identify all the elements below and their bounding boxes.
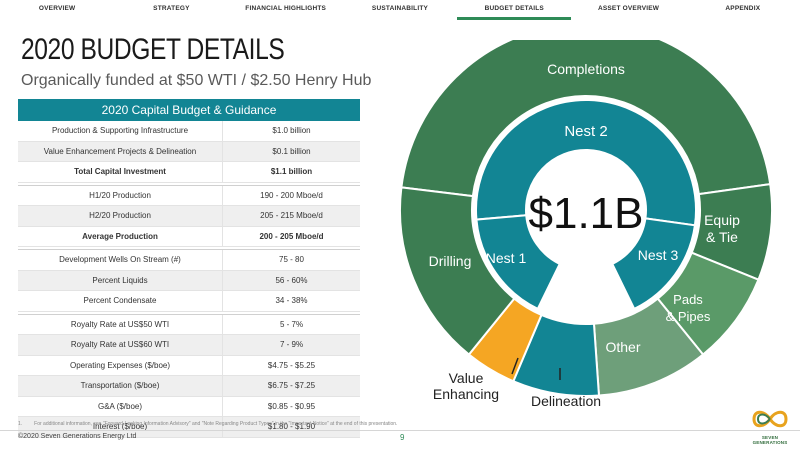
row-value: $6.75 - $7.25	[267, 381, 316, 390]
row-label: Percent Liquids	[18, 270, 223, 290]
page-title: 2020 BUDGET DETAILS	[21, 33, 285, 66]
top-navigation: OVERVIEW STRATEGY FINANCIAL HIGHLIGHTS S…	[0, 0, 800, 20]
nav-tab-financial-highlights[interactable]: FINANCIAL HIGHLIGHTS	[229, 0, 343, 20]
row-value: 7 - 9%	[279, 340, 304, 349]
row-value: $1.1 billion	[270, 167, 313, 176]
capital-budget-table: 2020 Capital Budget & Guidance Productio…	[18, 99, 360, 438]
table-row: Operating Expenses ($/boe) $4.75 - $5.25	[18, 355, 360, 376]
label-delineation: Delineation	[531, 393, 601, 409]
row-value: $0.85 - $0.95	[267, 401, 316, 411]
table-row: Royalty Rate at US$60 WTI 7 - 9%	[18, 335, 360, 356]
sunburst-svg: Nest 2 Nest 3 Nest 1$1.1B Completions Equip &…	[400, 40, 773, 409]
table-header: 2020 Capital Budget & Guidance	[18, 99, 360, 121]
row-label: Average Production	[18, 226, 223, 246]
row-value: 5 - 7%	[279, 319, 304, 329]
row-value: 56 - 60%	[275, 275, 308, 285]
label-equip-tie: Equip & Tie	[704, 212, 740, 245]
table-row: Development Wells On Stream (#) 75 - 80	[18, 250, 360, 271]
label-other: Other	[605, 339, 640, 355]
company-logo: SEVEN GENERATIONS	[745, 408, 795, 446]
nav-tab-overview[interactable]: OVERVIEW	[0, 0, 114, 20]
table-row: Average Production 200 - 205 Mboe/d	[18, 226, 360, 247]
copyright: ©2020 Seven Generations Energy Ltd	[18, 433, 137, 440]
table-row: Percent Liquids 56 - 60%	[18, 270, 360, 291]
row-label: Operating Expenses ($/boe)	[18, 355, 223, 375]
table-row: Transportation ($/boe) $6.75 - $7.25	[18, 376, 360, 397]
row-label: G&A ($/boe)	[18, 396, 223, 416]
table-row: Production & Supporting Infrastructure $1…	[18, 121, 360, 142]
nav-tab-strategy[interactable]: STRATEGY	[114, 0, 228, 20]
row-label: Royalty Rate at US$50 WTI	[18, 314, 223, 334]
center-total-label: $1.1B	[529, 189, 644, 238]
row-value: 190 - 200 Mboe/d	[260, 190, 323, 200]
row-label: H1/20 Production	[18, 185, 223, 205]
row-label: Total Capital Investment	[18, 162, 223, 182]
row-label: Production & Supporting Infrastructure	[18, 121, 223, 141]
row-value: 200 - 205 Mboe/d	[259, 231, 324, 241]
nav-tab-sustainability[interactable]: SUSTAINABILITY	[343, 0, 457, 20]
logo-text: SEVEN GENERATIONS	[752, 435, 788, 445]
table-row: Total Capital Investment $1.1 billion	[18, 162, 360, 183]
row-label: Percent Condensate	[18, 291, 223, 311]
label-value-enhancing: Value Enhancing	[433, 370, 499, 402]
budget-sunburst-chart: Nest 2 Nest 3 Nest 1 $1.1B Completions Equip &…	[400, 40, 800, 420]
row-value: $1.0 billion	[272, 126, 311, 135]
row-label: Value Enhancement Projects & Delineation	[18, 141, 223, 161]
row-value: 34 - 38%	[275, 296, 308, 305]
label-nest-1: Nest 1	[486, 250, 527, 266]
table-row: H2/20 Production 205 - 215 Mboe/d	[18, 206, 360, 227]
label-drilling: Drilling	[429, 253, 472, 269]
label-nest-2: Nest 2	[564, 123, 607, 140]
infinity-logo-icon	[752, 410, 788, 428]
row-value: 75 - 80	[279, 255, 304, 264]
row-label: H2/20 Production	[18, 206, 223, 226]
row-label: Development Wells On Stream (#)	[18, 250, 223, 270]
table-row: G&A ($/boe) $0.85 - $0.95	[18, 396, 360, 417]
nav-tab-budget-details[interactable]: BUDGET DETAILS	[457, 0, 572, 20]
label-nest-3: Nest 3	[638, 247, 679, 263]
footnote-number: 1.	[18, 421, 23, 427]
row-value: 205 - 215 Mboe/d	[260, 211, 323, 220]
row-label: Transportation ($/boe)	[18, 376, 223, 396]
nav-tab-appendix[interactable]: APPENDIX	[686, 0, 800, 20]
page-number: 9	[400, 433, 405, 442]
row-value: $4.75 - $5.25	[267, 360, 316, 370]
table-row: Value Enhancement Projects & Delineation…	[18, 141, 360, 162]
table-row: Royalty Rate at US$50 WTI 5 - 7%	[18, 314, 360, 335]
table-row: Percent Condensate 34 - 38%	[18, 291, 360, 312]
footer-divider	[0, 430, 800, 431]
nav-tab-asset-overview[interactable]: ASSET OVERVIEW	[571, 0, 685, 20]
label-completions: Completions	[547, 61, 625, 77]
row-value: $0.1 billion	[272, 146, 311, 156]
footnote-text: For additional information, see "Forward…	[34, 421, 398, 427]
table-row: H1/20 Production 190 - 200 Mboe/d	[18, 185, 360, 206]
footnote: 1. For additional information, see "Forwa…	[18, 421, 397, 427]
table-body: Production & Supporting Infrastructure $1…	[18, 121, 360, 438]
page-subtitle: Organically funded at $50 WTI / $2.50 He…	[21, 72, 372, 89]
row-label: Royalty Rate at US$60 WTI	[18, 335, 223, 355]
